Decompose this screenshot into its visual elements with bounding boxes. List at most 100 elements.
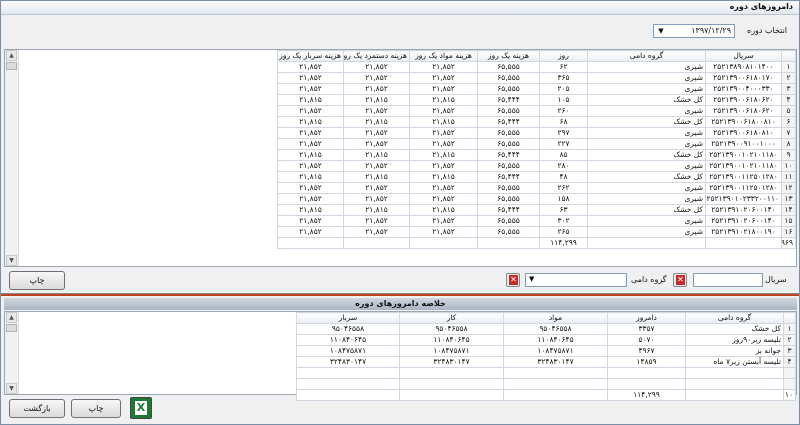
- row-number[interactable]: ۵: [781, 105, 796, 117]
- cell-wage-day[interactable]: ۲۱,۸۱۵: [343, 94, 410, 106]
- col-group[interactable]: گروه دامی: [587, 50, 706, 62]
- row-number[interactable]: ۳: [781, 83, 796, 95]
- table-row[interactable]: ۸ ۲۵۲۱۳۹۰۰۹۱۰۰۱۰۰۰ شیری ۲۲۷ ۶۵,۵۵۵ ۲۱,۸۵۲ ۲۱,۸…: [277, 138, 796, 150]
- cell-group[interactable]: شیری: [587, 105, 706, 117]
- scroll-up-icon[interactable]: ▲: [6, 50, 17, 61]
- cell-cost-day[interactable]: ۶۵,۴۴۴: [477, 204, 540, 216]
- table-row[interactable]: ۳ ۲۵۲۱۳۹۰۰۴۰۰۰۳۳۰ شیری ۲۰۵ ۶۵,۵۵۵ ۲۱,۸۵۲ ۲۱,۸۵…: [277, 83, 796, 95]
- scroll-up-icon[interactable]: ▲: [6, 312, 17, 323]
- cell-overhead-day[interactable]: ۲۱,۸۵۲: [277, 127, 344, 139]
- cell-cost-day[interactable]: ۶۵,۴۴۴: [477, 171, 540, 183]
- cell-serial[interactable]: ۲۵۲۱۳۹۱۰۲۰۶۰۰۱۴۰: [705, 215, 782, 227]
- cell-day[interactable]: ۶۲: [539, 61, 588, 73]
- cell-group[interactable]: شیری: [587, 127, 706, 139]
- col-cost-day[interactable]: هزینه یک روز: [477, 50, 540, 62]
- row-number[interactable]: ۷: [781, 127, 796, 139]
- table-row[interactable]: ۱ کل خشک ۳۳۵۷ ۹۵۰۴۶۵۵۸ ۹۵۰۴۶۵۵۸ ۹۵۰۴۶۵۵۸: [296, 323, 796, 335]
- cell-wage-day[interactable]: ۲۱,۸۵۲: [343, 193, 410, 205]
- cell-wage-day[interactable]: ۲۱,۸۵۲: [343, 226, 410, 238]
- cell-overhead[interactable]: ۹۵۰۴۶۵۵۸: [296, 323, 400, 335]
- cell-material-day[interactable]: ۲۱,۸۱۵: [409, 171, 478, 183]
- cell-work[interactable]: ۳۲۴۸۳۰۱۴۷: [399, 356, 504, 368]
- grid-scrollbar[interactable]: ▲ ▼: [5, 50, 19, 266]
- cell-group[interactable]: کل خشک: [587, 171, 706, 183]
- scroll-down-icon[interactable]: ▼: [6, 383, 17, 394]
- cell-material[interactable]: ۱۱۰۸۴۰۶۴۵: [503, 334, 608, 346]
- cell-group[interactable]: کل خشک: [685, 323, 784, 335]
- row-number[interactable]: ۸: [781, 138, 796, 150]
- print-summary-button[interactable]: چاپ: [71, 399, 121, 418]
- cell-material-day[interactable]: ۲۱,۸۱۵: [409, 149, 478, 161]
- table-row[interactable]: ۱۳ ۲۵۲۱۳۹۰۱۰۲۳۳۲۰۰۱۱۰ شیری ۱۵۸ ۶۵,۵۵۵ ۲۱,۸۵۲ ۲…: [277, 193, 796, 205]
- row-number[interactable]: ۱: [783, 323, 796, 335]
- cell-group[interactable]: شیری: [587, 215, 706, 227]
- cell-overhead-day[interactable]: ۲۱,۸۵۲: [277, 61, 344, 73]
- row-number[interactable]: ۴: [781, 94, 796, 106]
- cell-wage-day[interactable]: ۲۱,۸۱۵: [343, 171, 410, 183]
- cell-overhead-day[interactable]: ۲۱,۸۱۵: [277, 94, 344, 106]
- cell-overhead-day[interactable]: ۲۱,۸۵۲: [277, 105, 344, 117]
- excel-export-button[interactable]: X: [130, 397, 152, 419]
- cell-group[interactable]: کل خشک: [587, 204, 706, 216]
- cell-serial[interactable]: ۲۵۲۱۳۹۰۰۶۱۸۰۶۲۰: [705, 105, 782, 117]
- scroll-down-icon[interactable]: ▼: [6, 255, 17, 266]
- table-row[interactable]: ۴ تلیسه آبستن زیر۷ ماه ۱۴۸۵۹ ۳۲۴۸۳۰۱۴۷ ۳۲۴۸۳…: [296, 356, 796, 368]
- col-overhead[interactable]: سربار: [296, 312, 400, 324]
- cell-group[interactable]: کل خشک: [587, 94, 706, 106]
- table-row[interactable]: ۵ ۲۵۲۱۳۹۰۰۶۱۸۰۶۲۰ شیری ۲۶۰ ۶۵,۵۵۵ ۲۱,۸۵۲ ۲۱,۸۵…: [277, 105, 796, 117]
- col-dam-days[interactable]: دامروز: [607, 312, 686, 324]
- cell-material-day[interactable]: ۲۱,۸۵۲: [409, 138, 478, 150]
- cell-group[interactable]: تلیسه آبستن زیر۷ ماه: [685, 356, 784, 368]
- cell-wage-day[interactable]: ۲۱,۸۵۲: [343, 72, 410, 84]
- table-row[interactable]: ۲ ۲۵۲۱۳۹۰۰۶۱۸۰۱۷۰ شیری ۳۶۵ ۶۵,۵۵۵ ۲۱,۸۵۲ ۲۱,۸۵…: [277, 72, 796, 84]
- row-number[interactable]: ۱: [781, 61, 796, 73]
- cell-group[interactable]: جوانه بز: [685, 345, 784, 357]
- cell-serial[interactable]: ۲۵۲۱۳۹۰۰۶۱۸۰۸۱۰: [705, 127, 782, 139]
- cell-cost-day[interactable]: ۶۵,۵۵۵: [477, 138, 540, 150]
- cell-day[interactable]: ۱۰۵: [539, 94, 588, 106]
- cell-material[interactable]: ۱۰۸۴۷۵۸۷۱: [503, 345, 608, 357]
- col-day[interactable]: روز: [539, 50, 588, 62]
- cell-day[interactable]: ۲۶۰: [539, 105, 588, 117]
- cell-serial[interactable]: ۲۵۲۱۳۹۰۰۶۱۸۰۰۸۱۰: [705, 116, 782, 128]
- cell-group[interactable]: شیری: [587, 138, 706, 150]
- col-work[interactable]: کار: [399, 312, 504, 324]
- row-number[interactable]: ۳: [783, 345, 796, 357]
- cell-group[interactable]: شیری: [587, 61, 706, 73]
- cell-material-day[interactable]: ۲۱,۸۵۲: [409, 83, 478, 95]
- cell-cost-day[interactable]: ۶۵,۵۵۵: [477, 105, 540, 117]
- row-number[interactable]: ۱۴: [781, 204, 796, 216]
- cell-serial[interactable]: ۲۵۲۱۳۹۰۰۶۱۸۰۶۲۰: [705, 94, 782, 106]
- table-row[interactable]: ۱۵ ۲۵۲۱۳۹۱۰۲۰۶۰۰۱۴۰ شیری ۳۰۲ ۶۵,۵۵۵ ۲۱,۸۵۲ ۲۱,…: [277, 215, 796, 227]
- cell-overhead-day[interactable]: ۲۱,۸۵۲: [277, 182, 344, 194]
- row-number[interactable]: ۱۰: [781, 160, 796, 172]
- cell-overhead-day[interactable]: ۲۱,۸۵۲: [277, 215, 344, 227]
- col-serial[interactable]: سریال: [705, 50, 782, 62]
- cell-day[interactable]: ۲۶۵: [539, 226, 588, 238]
- clear-group-button[interactable]: ✕: [506, 273, 520, 287]
- cell-material-day[interactable]: ۲۱,۸۱۵: [409, 116, 478, 128]
- cell-material-day[interactable]: ۲۱,۸۵۲: [409, 182, 478, 194]
- scroll-thumb[interactable]: [6, 324, 17, 332]
- cell-wage-day[interactable]: ۲۱,۸۵۲: [343, 138, 410, 150]
- summary-scrollbar[interactable]: ▲ ▼: [5, 312, 19, 394]
- cell-material[interactable]: ۹۵۰۴۶۵۵۸: [503, 323, 608, 335]
- table-row[interactable]: ۱۲ ۲۵۲۱۳۹۰۰۱۱۲۵۰۱۲۸۰ شیری ۲۶۲ ۶۵,۵۵۵ ۲۱,۸۵۲ ۲۱…: [277, 182, 796, 194]
- row-number[interactable]: ۱۵: [781, 215, 796, 227]
- cell-overhead-day[interactable]: ۲۱,۸۱۵: [277, 149, 344, 161]
- cell-wage-day[interactable]: ۲۱,۸۱۵: [343, 116, 410, 128]
- cell-overhead-day[interactable]: ۲۱,۸۵۲: [277, 83, 344, 95]
- col-wage-day[interactable]: هزینه دستمزد یک روز: [343, 50, 410, 62]
- col-material-day[interactable]: هزینه مواد یک روز: [409, 50, 478, 62]
- cell-wage-day[interactable]: ۲۱,۸۵۲: [343, 127, 410, 139]
- row-number[interactable]: ۲: [781, 72, 796, 84]
- cell-wage-day[interactable]: ۲۱,۸۵۲: [343, 160, 410, 172]
- cell-cost-day[interactable]: ۶۵,۴۴۴: [477, 94, 540, 106]
- cell-cost-day[interactable]: ۶۵,۴۴۴: [477, 149, 540, 161]
- back-button[interactable]: بازگشت: [9, 399, 65, 418]
- table-row[interactable]: ۹ ۲۵۲۱۳۹۰۰۱۰۲۱۰۱۱۸۰ کل خشک ۸۵ ۶۵,۴۴۴ ۲۱,۸۱۵ ۲۱…: [277, 149, 796, 161]
- cell-serial[interactable]: ۲۵۲۱۳۹۱۰۲۰۶۰۰۱۴۰: [705, 204, 782, 216]
- table-row[interactable]: ۶ ۲۵۲۱۳۹۰۰۶۱۸۰۰۸۱۰ کل خشک ۶۸ ۶۵,۴۴۴ ۲۱,۸۱۵ ۲۱,…: [277, 116, 796, 128]
- col-overhead-day[interactable]: هزینه سربار یک روز: [277, 50, 344, 62]
- cell-cost-day[interactable]: ۶۵,۵۵۵: [477, 127, 540, 139]
